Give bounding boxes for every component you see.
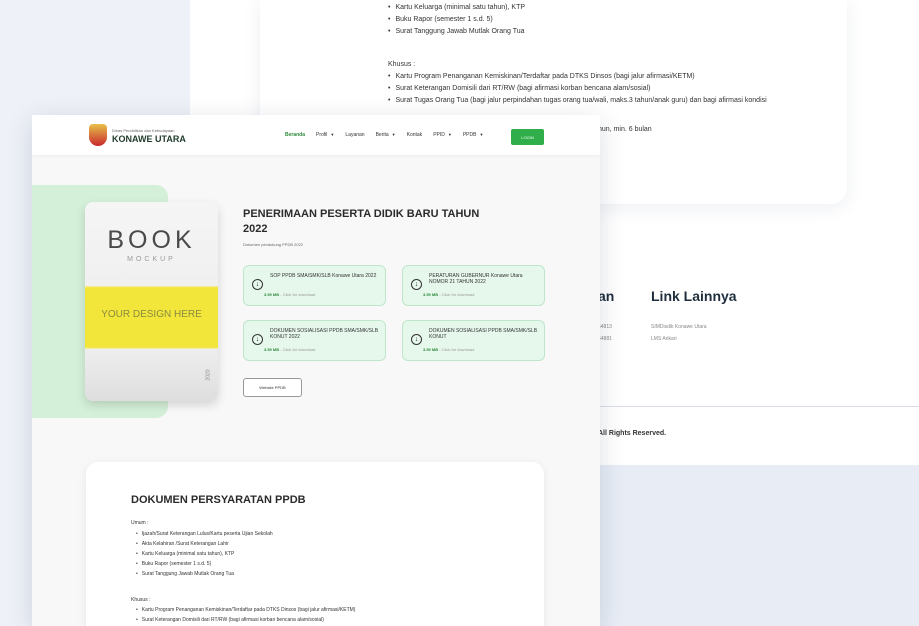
caret-down-icon: ▼ xyxy=(447,132,452,137)
hero-title: PENERIMAAN PESERTA DIDIK BARU TAHUN 2022 xyxy=(243,208,480,235)
doc-card-sosialisasi-2022[interactable]: ↓ DOKUMEN SOSIALISASI PPDB SMA/SMK/SLB K… xyxy=(243,320,386,361)
nav-item-label: Berita xyxy=(375,132,389,138)
doc-download-hint: - Click for download xyxy=(279,347,316,352)
doc-card-pergub[interactable]: ↓ PERATURAN GUBERNUR Konawe Utara NOMOR … xyxy=(402,265,545,306)
list-item: Kartu Program Penanganan Kemiskinan/Terd… xyxy=(388,73,767,80)
list-item: Buku Rapor (semester 1 s.d. 5) xyxy=(388,16,525,23)
footer-links-title: Link Lainnya xyxy=(651,288,737,304)
nav-item-berita[interactable]: Berita ▼ xyxy=(376,132,396,138)
list-item: Kartu Program Penanganan Kemiskinan/Terd… xyxy=(136,607,356,613)
list-item: Surat Keterangan Domisili dari RT/RW (ba… xyxy=(136,617,355,623)
nav-item-profil[interactable]: Profil ▼ xyxy=(316,132,334,138)
caret-down-icon: ▼ xyxy=(391,132,396,137)
doc-download-hint: - Click for download xyxy=(438,292,475,297)
khusus-list: Kartu Program Penanganan Kemiskinan/Terd… xyxy=(136,607,356,626)
doc-size-value: 3.59 MB xyxy=(423,292,439,297)
doc-download-hint: - Click for download xyxy=(438,347,475,352)
doc-size: 3.59 MB - Click for download xyxy=(264,347,315,352)
background-khusus-list: Kartu Program Penanganan Kemiskinan/Terd… xyxy=(388,73,767,109)
nav-item-layanan[interactable]: Layanan xyxy=(345,132,364,138)
doc-title: DOKUMEN SOSIALISASI PPDB SMA/SMK/SLB KON… xyxy=(429,328,538,340)
book-title: BOOK xyxy=(107,226,196,254)
background-partial-text: hun, min. 6 bulan xyxy=(598,126,652,133)
doc-size-value: 3.59 MB xyxy=(423,347,439,352)
front-page: Dinas Pendidikan dan Kebudayaan KONAWE U… xyxy=(32,115,600,626)
list-item: Kartu Keluarga (minimal satu tahun), KTP xyxy=(388,4,525,11)
doc-card-sosialisasi[interactable]: ↓ DOKUMEN SOSIALISASI PPDB SMA/SMK/SLB K… xyxy=(402,320,545,361)
requirements-card: DOKUMEN PERSYARATAN PPDB Umum : Ijazah/S… xyxy=(86,462,544,626)
nav-item-label: PPID xyxy=(433,132,445,138)
download-icon: ↓ xyxy=(252,334,263,345)
book-mockup-image: BOOK MOCKUP YOUR DESIGN HERE 2020 xyxy=(85,202,218,401)
umum-list: Ijazah/Surat Keterangan Lulus/Kartu pese… xyxy=(136,531,273,581)
list-item: Akta Kelahiran /Surat Keterangan Lahir xyxy=(136,541,273,547)
doc-title: SOP PPDB SMA/SMK/SLB Konawe Utara 2022 xyxy=(270,273,377,279)
nav-item-ppid[interactable]: PPID ▼ xyxy=(433,132,452,138)
caret-down-icon: ▼ xyxy=(479,132,484,137)
caret-down-icon: ▼ xyxy=(330,132,335,137)
book-design-text: YOUR DESIGN HERE xyxy=(101,309,202,320)
logo-org-small: Dinas Pendidikan dan Kebudayaan xyxy=(112,128,175,133)
footer-link-simdisdik[interactable]: SIMDisdik Konawe Utara xyxy=(651,324,707,330)
list-item: Buku Rapor (semester 1 s.d. 5) xyxy=(136,561,273,567)
doc-size-value: 3.59 MB xyxy=(264,347,280,352)
khusus-label: Khusus : xyxy=(131,597,151,603)
doc-title: DOKUMEN SOSIALISASI PPDB SMA/SMK/SLB KON… xyxy=(270,328,379,340)
nav-item-label: Profil xyxy=(316,132,328,138)
background-umum-list: Kartu Keluarga (minimal satu tahun), KTP… xyxy=(388,4,525,40)
nav-item-beranda[interactable]: Beranda xyxy=(285,132,305,138)
download-icon: ↓ xyxy=(411,334,422,345)
list-item: Surat Tanggung Jawab Mutlak Orang Tua xyxy=(136,571,273,577)
umum-label: Umum : xyxy=(131,520,149,526)
nav-item-label: Kontak xyxy=(406,132,423,138)
hero-subtitle: Dokumen pendukung PPDB 2022 xyxy=(243,242,304,247)
footer-copyright: All Rights Reserved. xyxy=(598,430,667,437)
doc-size: 3.59 MB - Click for download xyxy=(264,292,315,297)
logo-org-name[interactable]: KONAWE UTARA xyxy=(112,134,186,144)
requirements-title: DOKUMEN PERSYARATAN PPDB xyxy=(131,494,306,506)
list-item: Surat Keterangan Domisili dari RT/RW (ba… xyxy=(388,85,767,92)
nav-menu: Beranda Profil ▼ Layanan Berita ▼ Kontak P… xyxy=(285,132,483,138)
nav-item-label: Beranda xyxy=(285,132,306,138)
footer-link-lms[interactable]: LMS Arikari xyxy=(651,336,677,342)
login-button[interactable]: LOGIN xyxy=(511,129,544,145)
doc-size-value: 3.59 MB xyxy=(264,292,280,297)
doc-download-hint: - Click for download xyxy=(279,292,316,297)
book-subtitle: MOCKUP xyxy=(127,256,176,263)
list-item: Kartu Keluarga (minimal satu tahun), KTP xyxy=(136,551,273,557)
website-ppdb-button[interactable]: Website PPDB xyxy=(243,378,302,397)
footer-column-title-partial: an xyxy=(598,288,615,304)
footer-phone-2: 54881 xyxy=(598,336,612,342)
logo-emblem-icon[interactable] xyxy=(89,124,107,146)
nav-item-kontak[interactable]: Kontak xyxy=(407,132,423,138)
list-item: Ijazah/Surat Keterangan Lulus/Kartu pese… xyxy=(136,531,273,537)
list-item: Surat Tugas Orang Tua (bagi jalur perpin… xyxy=(388,97,766,104)
download-icon: ↓ xyxy=(411,279,422,290)
nav-item-label: Layanan xyxy=(345,132,365,138)
list-item: Surat Tanggung Jawab Mutlak Orang Tua xyxy=(388,28,525,35)
doc-title: PERATURAN GUBERNUR Konawe Utara NOMOR 21… xyxy=(429,273,523,285)
doc-size: 3.59 MB - Click for download xyxy=(423,347,474,352)
background-khusus-label: Khusus : xyxy=(388,61,416,68)
footer-phone-1: 54813 xyxy=(598,324,612,330)
doc-size: 3.59 MB - Click for download xyxy=(423,292,474,297)
footer-divider xyxy=(598,406,919,407)
nav-item-label: PPDB xyxy=(462,132,477,138)
book-year: 2020 xyxy=(205,369,212,381)
nav-item-ppdb[interactable]: PPDB ▼ xyxy=(463,132,484,138)
navbar: Dinas Pendidikan dan Kebudayaan KONAWE U… xyxy=(32,115,600,155)
doc-card-sop[interactable]: ↓ SOP PPDB SMA/SMK/SLB Konawe Utara 2022… xyxy=(243,265,386,306)
download-icon: ↓ xyxy=(252,279,263,290)
